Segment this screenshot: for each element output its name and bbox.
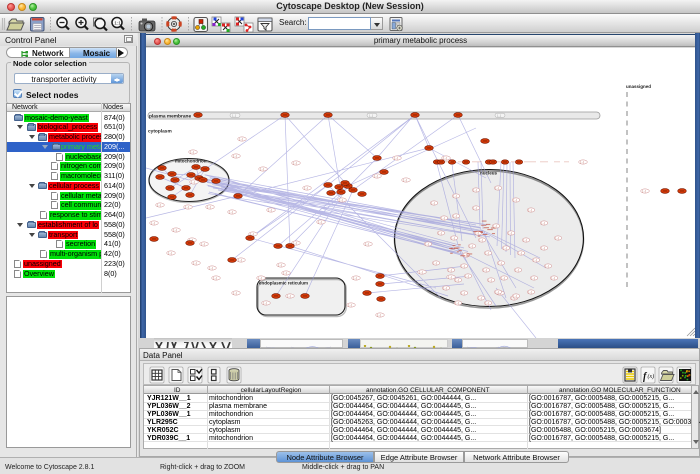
svg-text:mitochondrion: mitochondrion	[175, 159, 207, 164]
svg-text:[...]: [...]	[374, 174, 378, 178]
svg-text:1:1: 1:1	[114, 21, 121, 27]
svg-text:[...]: [...]	[541, 246, 545, 250]
svg-text:[...]: [...]	[278, 263, 282, 267]
svg-text:[...]: [...]	[513, 198, 517, 202]
svg-text:plasma membrane: plasma membrane	[149, 114, 191, 120]
svg-text:[...]: [...]	[488, 278, 492, 282]
svg-text:[...]: [...]	[555, 236, 559, 240]
svg-text:[...]: [...]	[207, 205, 211, 209]
svg-text:unassigned: unassigned	[626, 84, 651, 89]
svg-text:[...]: [...]	[485, 251, 489, 255]
svg-text:[...]: [...]	[493, 224, 497, 228]
svg-text:[...]: [...]	[473, 206, 477, 210]
svg-text:[...]: [...]	[479, 238, 483, 242]
svg-text:[...]: [...]	[353, 276, 357, 280]
svg-text:[...]: [...]	[518, 251, 522, 255]
svg-text:[...]: [...]	[287, 294, 291, 298]
svg-text:[...]: [...]	[455, 278, 459, 282]
svg-text:[...]: [...]	[283, 271, 287, 275]
svg-text:[...]: [...]	[263, 301, 267, 305]
svg-text:[...]: [...]	[209, 266, 213, 270]
svg-text:[...]: [...]	[453, 214, 457, 218]
svg-text:[...]: [...]	[513, 294, 517, 298]
svg-text:[...]: [...]	[293, 161, 297, 165]
svg-text:[...]: [...]	[498, 261, 502, 265]
svg-text:[...]: [...]	[528, 208, 532, 212]
svg-text:[...]: [...]	[551, 276, 555, 280]
svg-text:[...]: [...]	[229, 210, 233, 214]
svg-text:[...]: [...]	[485, 301, 489, 305]
svg-text:[...]: [...]	[461, 291, 465, 295]
svg-text:[...]: [...]	[515, 268, 519, 272]
svg-text:[...]: [...]	[190, 150, 194, 154]
svg-text:[...]: [...]	[503, 246, 507, 250]
svg-text:[...]: [...]	[394, 156, 398, 160]
svg-text:[...]: [...]	[448, 268, 452, 272]
svg-text:[...]: [...]	[239, 137, 243, 141]
svg-text:[...]: [...]	[473, 188, 477, 192]
svg-text:[...]: [...]	[461, 264, 465, 268]
svg-text:[...]: [...]	[431, 201, 435, 205]
svg-text:[...]: [...]	[495, 290, 499, 294]
svg-text:nucleus: nucleus	[480, 171, 498, 176]
svg-text:[...]: [...]	[213, 276, 217, 280]
svg-text:[...]: [...]	[528, 290, 532, 294]
svg-text:[...]: [...]	[448, 275, 452, 279]
svg-text:[...]: [...]	[441, 216, 445, 220]
svg-text:[...]: [...]	[642, 189, 646, 193]
svg-text:[...]: [...]	[238, 258, 242, 262]
svg-text:[...]: [...]	[483, 268, 487, 272]
svg-text:[...]: [...]	[425, 242, 429, 246]
svg-text:[...]: [...]	[318, 220, 322, 224]
svg-text:[...]: [...]	[465, 274, 469, 278]
svg-text:[...]: [...]	[523, 238, 527, 242]
svg-text:[...]: [...]	[233, 291, 237, 295]
svg-text:[...]: [...]	[403, 178, 407, 182]
svg-text:[...]: [...]	[173, 228, 177, 232]
svg-text:[...]: [...]	[419, 270, 423, 274]
svg-text:[...]: [...]	[580, 160, 584, 164]
svg-text:[...]: [...]	[533, 258, 537, 262]
svg-text:[...]: [...]	[232, 114, 236, 118]
svg-text:[...]: [...]	[451, 236, 455, 240]
svg-text:[...]: [...]	[339, 198, 343, 202]
svg-text:[...]: [...]	[455, 301, 459, 305]
svg-text:[...]: [...]	[304, 186, 308, 190]
svg-text:[...]: [...]	[348, 303, 352, 307]
svg-text:[...]: [...]	[453, 194, 457, 198]
svg-text:[...]: [...]	[268, 208, 272, 212]
svg-text:[...]: [...]	[478, 296, 482, 300]
svg-text:[...]: [...]	[157, 203, 161, 207]
svg-text:[...]: [...]	[433, 261, 437, 265]
svg-text:[...]: [...]	[508, 231, 512, 235]
svg-text:[...]: [...]	[443, 286, 447, 290]
svg-text:[...]: [...]	[438, 231, 442, 235]
svg-text:[...]: [...]	[193, 261, 197, 265]
svg-text:[...]: [...]	[365, 242, 369, 246]
svg-text:endoplasmic reticulum: endoplasmic reticulum	[259, 281, 308, 286]
svg-text:[...]: [...]	[545, 264, 549, 268]
svg-text:[...]: [...]	[531, 276, 535, 280]
svg-text:[...]: [...]	[501, 276, 505, 280]
svg-text:[...]: [...]	[443, 156, 447, 160]
svg-text:cytoplasm: cytoplasm	[148, 129, 172, 135]
svg-text:(x): (x)	[648, 373, 655, 380]
svg-text:[...]: [...]	[151, 221, 155, 225]
svg-text:[...]: [...]	[201, 242, 205, 246]
svg-text:[...]: [...]	[260, 167, 264, 171]
svg-text:[...]: [...]	[497, 114, 501, 118]
svg-text:[...]: [...]	[185, 205, 189, 209]
svg-text:[...]: [...]	[369, 114, 373, 118]
svg-text:[...]: [...]	[168, 251, 172, 255]
svg-text:[...]: [...]	[495, 186, 499, 190]
svg-text:[...]: [...]	[191, 180, 195, 184]
svg-text:[...]: [...]	[469, 244, 473, 248]
svg-text:[...]: [...]	[258, 276, 262, 280]
svg-text:[...]: [...]	[541, 221, 545, 225]
svg-text:[...]: [...]	[377, 313, 381, 317]
svg-text:[...]: [...]	[233, 154, 237, 158]
